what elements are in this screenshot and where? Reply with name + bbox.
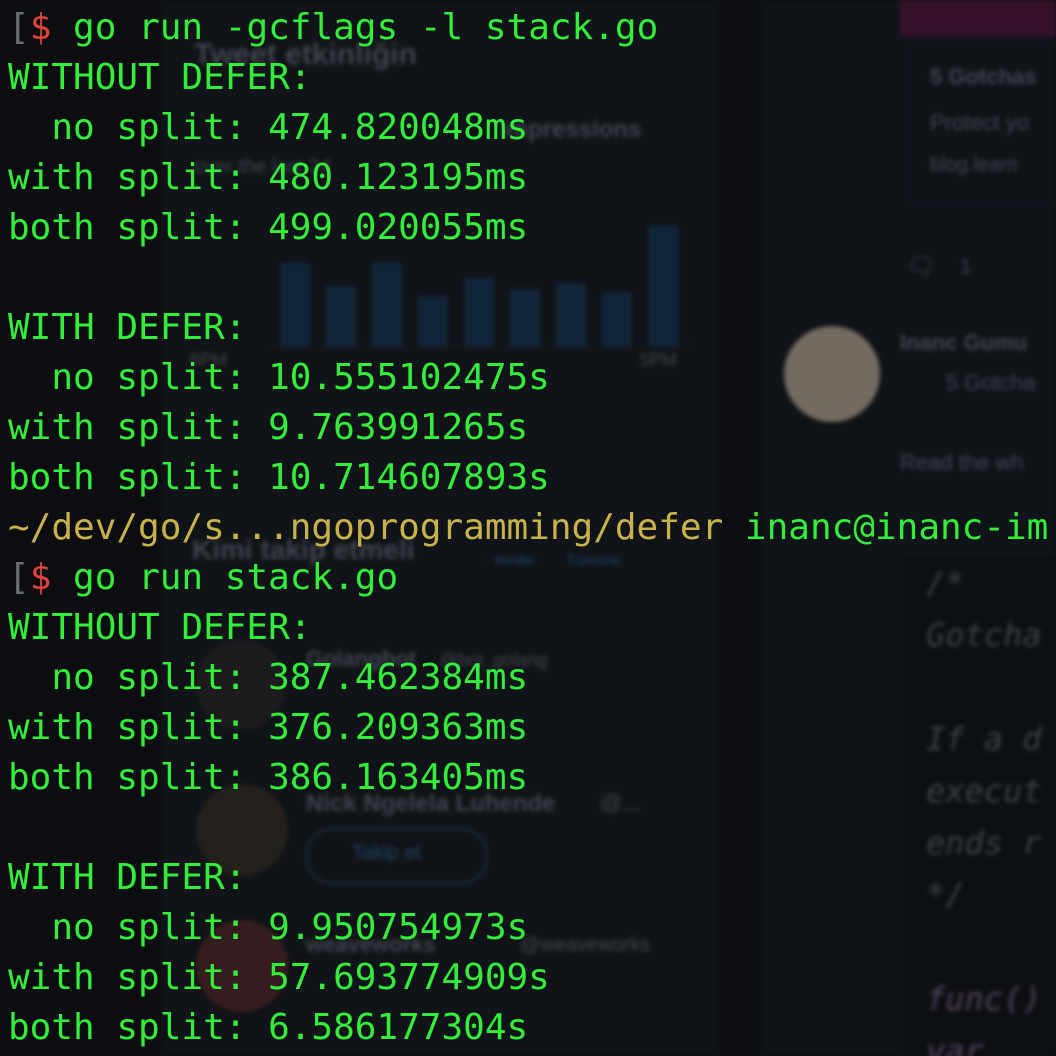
output-header: WITH DEFER:	[8, 307, 247, 348]
command-text: go run -gcflags -l stack.go	[51, 7, 659, 48]
output-line: no split: 474.820048ms	[8, 107, 529, 148]
output-line: both split: 10.714607893s	[8, 457, 550, 498]
output-line: with split: 376.209363ms	[8, 707, 529, 748]
output-line: no split: 10.555102475s	[8, 357, 550, 398]
command-line-1: [$ go run -gcflags -l stack.go	[8, 3, 658, 53]
prompt-status-line: ~/dev/go/s...ngoprogramming/defer inanc@…	[8, 503, 1048, 553]
prompt-bracket: [	[8, 7, 30, 48]
output-line: both split: 386.163405ms	[8, 757, 529, 798]
current-directory: ~/dev/go/s...ngoprogramming/defer	[8, 507, 724, 548]
output-line: no split: 387.462384ms	[8, 657, 529, 698]
output-header: WITHOUT DEFER:	[8, 57, 312, 98]
output-line: with split: 9.763991265s	[8, 407, 529, 448]
output-line: no split: 9.950754973s	[8, 907, 529, 948]
output-header: WITH DEFER:	[8, 857, 247, 898]
output-line: both split: 6.586177304s	[8, 1007, 529, 1048]
command-text: go run stack.go	[51, 557, 399, 598]
output-line: with split: 480.123195ms	[8, 157, 529, 198]
prompt-dollar: $	[29, 557, 52, 598]
terminal-window[interactable]: [$ go run -gcflags -l stack.go WITHOUT D…	[0, 0, 1056, 1056]
output-line: with split: 57.693774909s	[8, 957, 550, 998]
prompt-bracket: [	[8, 557, 30, 598]
prompt-dollar: $	[29, 7, 52, 48]
command-line-2: [$ go run stack.go	[8, 553, 398, 603]
screen: Tweet etkinliğin Impressions over the la…	[0, 0, 1056, 1056]
user-host: inanc@inanc-im	[723, 507, 1049, 548]
output-line: both split: 499.020055ms	[8, 207, 529, 248]
output-header: WITHOUT DEFER:	[8, 607, 312, 648]
